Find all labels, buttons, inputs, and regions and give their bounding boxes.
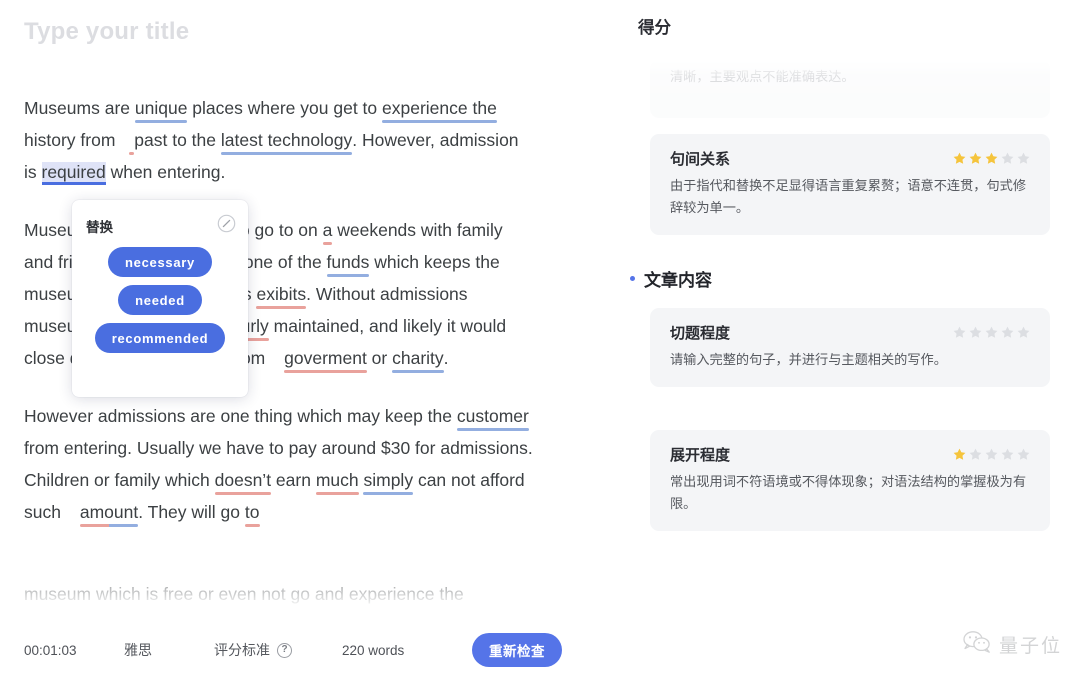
section-label: 文章内容 [644,271,712,290]
score-card-header: 展开程度 [670,444,1030,465]
mark-unique[interactable]: unique [135,98,188,118]
help-icon[interactable]: ? [277,642,292,658]
star-4 [1001,448,1014,461]
suggestion-pill-recommended[interactable]: recommended [94,323,226,353]
star-2 [969,326,982,339]
document-title-placeholder[interactable]: Type your title [24,18,189,46]
score-card-clipped[interactable]: 清晰，主要观点不能准确表达。 [650,60,1050,118]
star-rating [953,152,1030,165]
essay-paragraph-1[interactable]: Museums are unique places where you get … [24,92,534,188]
star-3 [985,152,998,165]
mark-a-weekends[interactable]: a [323,220,333,240]
score-cards-scroll-area[interactable]: 清晰，主要观点不能准确表达。 句间关系 由于指代和替换不足显得语言重复累赘；语意… [600,52,1080,612]
star-3 [985,448,998,461]
mark-latest-technology[interactable]: latest technology [221,130,352,150]
star-3 [985,326,998,339]
star-2 [969,448,982,461]
rubric-link[interactable]: 评分标准 ? [214,640,342,660]
score-card-development[interactable]: 展开程度 常出现用词不符语境或不得体现象；对语法结构的掌握极为有限。 [650,430,1050,531]
score-card-title: 展开程度 [670,447,731,464]
score-card-sentence-relation[interactable]: 句间关系 由于指代和替换不足显得语言重复累赘；语意不连贯，句式修辞较为单一。 [650,134,1050,235]
mark-earn[interactable]: much [316,470,359,490]
mark-missing-article[interactable] [129,130,134,150]
word-count: 220 words [342,642,405,658]
star-rating [953,326,1030,339]
star-5 [1017,448,1030,461]
score-card-title: 切题程度 [670,325,731,342]
section-header-article-content: 文章内容 [630,266,712,291]
mark-funds[interactable]: funds [327,252,370,272]
score-card-description: 请输入完整的句子，并进行与主题相关的写作。 [670,352,947,367]
ignore-icon[interactable] [217,214,236,233]
star-1 [953,326,966,339]
star-1 [953,448,966,461]
editor-toolbar: 00:01:03 雅思 评分标准 ? 220 words 重新检查 [0,619,600,681]
mark-amount[interactable]: amount [80,502,138,522]
score-card-description: 常出现用词不符语境或不得体现象；对语法结构的掌握极为有限。 [670,474,1027,511]
writing-grader-app: Type your title Museums are unique place… [0,0,1080,681]
mark-doesnt[interactable]: doesn’t [215,470,271,490]
mark-charity[interactable]: charity [392,348,444,368]
mark-experience-the[interactable]: experience the [382,98,497,118]
score-panel: 得分 清晰，主要观点不能准确表达。 句间关系 由于指代和替换不足显得语言重复累赘… [600,0,1080,681]
score-card-topic-relevance[interactable]: 切题程度 请输入完整的句子，并进行与主题相关的写作。 [650,308,1050,387]
replacement-suggestion-popup[interactable]: 替换 necessary needed recommended [72,200,248,397]
watermark: 量子位 [962,630,1062,659]
session-timer: 00:01:03 [24,642,77,658]
mark-exibits[interactable]: exibits [256,284,306,304]
star-4 [1001,152,1014,165]
watermark-text: 量子位 [998,636,1062,657]
score-card-header: 句间关系 [670,148,1030,169]
recheck-button[interactable]: 重新检查 [472,633,562,667]
rubric-label: 评分标准 [214,642,270,658]
mark-goverment[interactable]: goverment [284,348,367,368]
essay-paragraph-3[interactable]: However admissions are one thing which m… [24,400,534,528]
mark-required-selected[interactable]: required [41,162,106,182]
essay-fading-line: museum which is free or even not go and … [24,584,464,604]
score-card-header: 切题程度 [670,322,1030,343]
star-5 [1017,152,1030,165]
wechat-icon [962,630,992,659]
star-rating [953,448,1030,461]
exam-type-selector[interactable]: 雅思 [124,640,214,660]
mark-simply[interactable]: simply [363,470,413,490]
suggestion-pill-necessary[interactable]: necessary [108,247,212,277]
score-panel-heading: 得分 [638,19,671,37]
suggestion-pill-list: necessary needed recommended [72,247,248,353]
star-5 [1017,326,1030,339]
score-card-title: 句间关系 [670,151,731,168]
mark-go-to[interactable]: to [245,502,260,522]
section-bullet-icon [630,276,635,281]
mark-customer[interactable]: customer [457,406,529,426]
score-card-description: 清晰，主要观点不能准确表达。 [670,69,855,84]
score-card-description: 由于指代和替换不足显得语言重复累赘；语意不连贯，句式修辞较为单一。 [670,178,1027,215]
popup-title: 替换 [86,220,113,235]
star-2 [969,152,982,165]
essay-editor-pane: Type your title Museums are unique place… [0,0,600,681]
star-4 [1001,326,1014,339]
suggestion-pill-needed[interactable]: needed [118,285,202,315]
star-1 [953,152,966,165]
